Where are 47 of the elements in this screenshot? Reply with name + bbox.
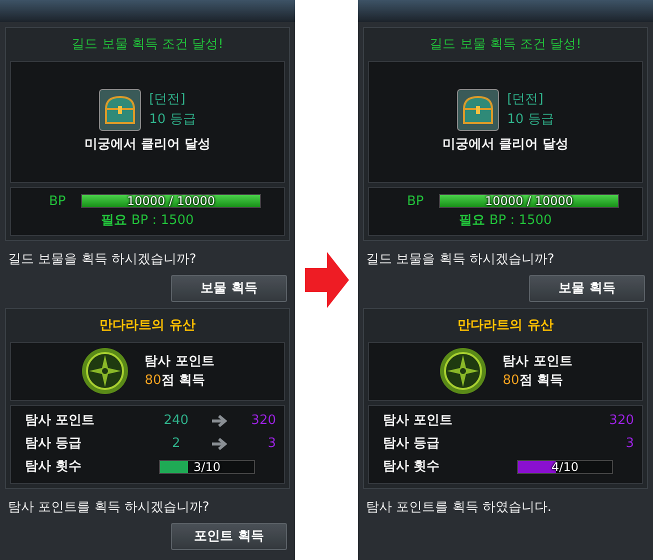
- stat-label: 탐사 횟수: [382, 458, 441, 476]
- question-text: 길드 보물을 획득 하시겠습니까?: [7, 250, 198, 268]
- old-value: 2: [171, 435, 182, 454]
- bp-label: BP: [406, 192, 425, 210]
- question-text: 길드 보물을 획득 하시겠습니까?: [365, 250, 556, 268]
- stat-label: 탐사 횟수: [24, 458, 83, 476]
- stat-label: 탐사 등급: [382, 435, 441, 454]
- right-arrow-icon: [210, 414, 227, 428]
- card-title: 만다라트의 유산: [98, 317, 196, 335]
- required-bp-text: 필요 BP : 1500: [100, 212, 195, 230]
- right-arrow-icon: [302, 250, 350, 310]
- treasure-chest-icon: [99, 88, 142, 131]
- grade-text: 10 등급: [507, 110, 554, 129]
- message-text: 탐사 포인트를 획득 하였습니다.: [365, 498, 553, 516]
- reward-points: 80점 획득: [502, 372, 564, 390]
- card-title: 만다라트의 유산: [456, 317, 554, 335]
- reward-name: 탐사 포인트: [502, 352, 572, 370]
- old-value: 240: [162, 412, 190, 430]
- stat-label: 탐사 등급: [24, 435, 83, 454]
- right-arrow-icon: [210, 436, 227, 451]
- message-text: 탐사 포인트를 획득 하시겠습니까?: [7, 498, 210, 516]
- compass-emblem-icon: [80, 347, 129, 395]
- card-title: 길드 보물 획득 조건 달성!: [70, 36, 224, 54]
- stat-label: 탐사 포인트: [382, 412, 454, 430]
- points-button[interactable]: 포인트 획득: [171, 523, 287, 550]
- bp-reading: 10000 / 10000: [484, 195, 574, 208]
- new-value: 3: [266, 435, 276, 454]
- reward-points: 80점 획득: [144, 372, 206, 390]
- condition-text: 미궁에서 클리어 달성: [84, 136, 211, 154]
- count-reading: 3/10: [192, 461, 222, 473]
- treasure-button[interactable]: 보물 획득: [171, 275, 287, 302]
- new-value: 320: [250, 412, 276, 430]
- stat-label: 탐사 포인트: [24, 412, 96, 430]
- card-title: 길드 보물 획득 조건 달성!: [428, 36, 582, 54]
- bp-label: BP: [48, 192, 67, 210]
- treasure-button[interactable]: 보물 획득: [529, 275, 645, 302]
- condition-text: 미궁에서 클리어 달성: [442, 136, 569, 154]
- new-value: 320: [608, 412, 634, 430]
- new-value: 3: [624, 435, 634, 454]
- grade-text: 10 등급: [149, 110, 196, 129]
- dungeon-category: [던전]: [149, 91, 186, 110]
- reward-name: 탐사 포인트: [144, 352, 214, 370]
- required-bp-text: 필요 BP : 1500: [458, 212, 553, 230]
- treasure-chest-icon: [457, 88, 500, 131]
- bp-reading: 10000 / 10000: [126, 195, 216, 208]
- dungeon-category: [던전]: [507, 91, 544, 110]
- compass-emblem-icon: [438, 347, 487, 395]
